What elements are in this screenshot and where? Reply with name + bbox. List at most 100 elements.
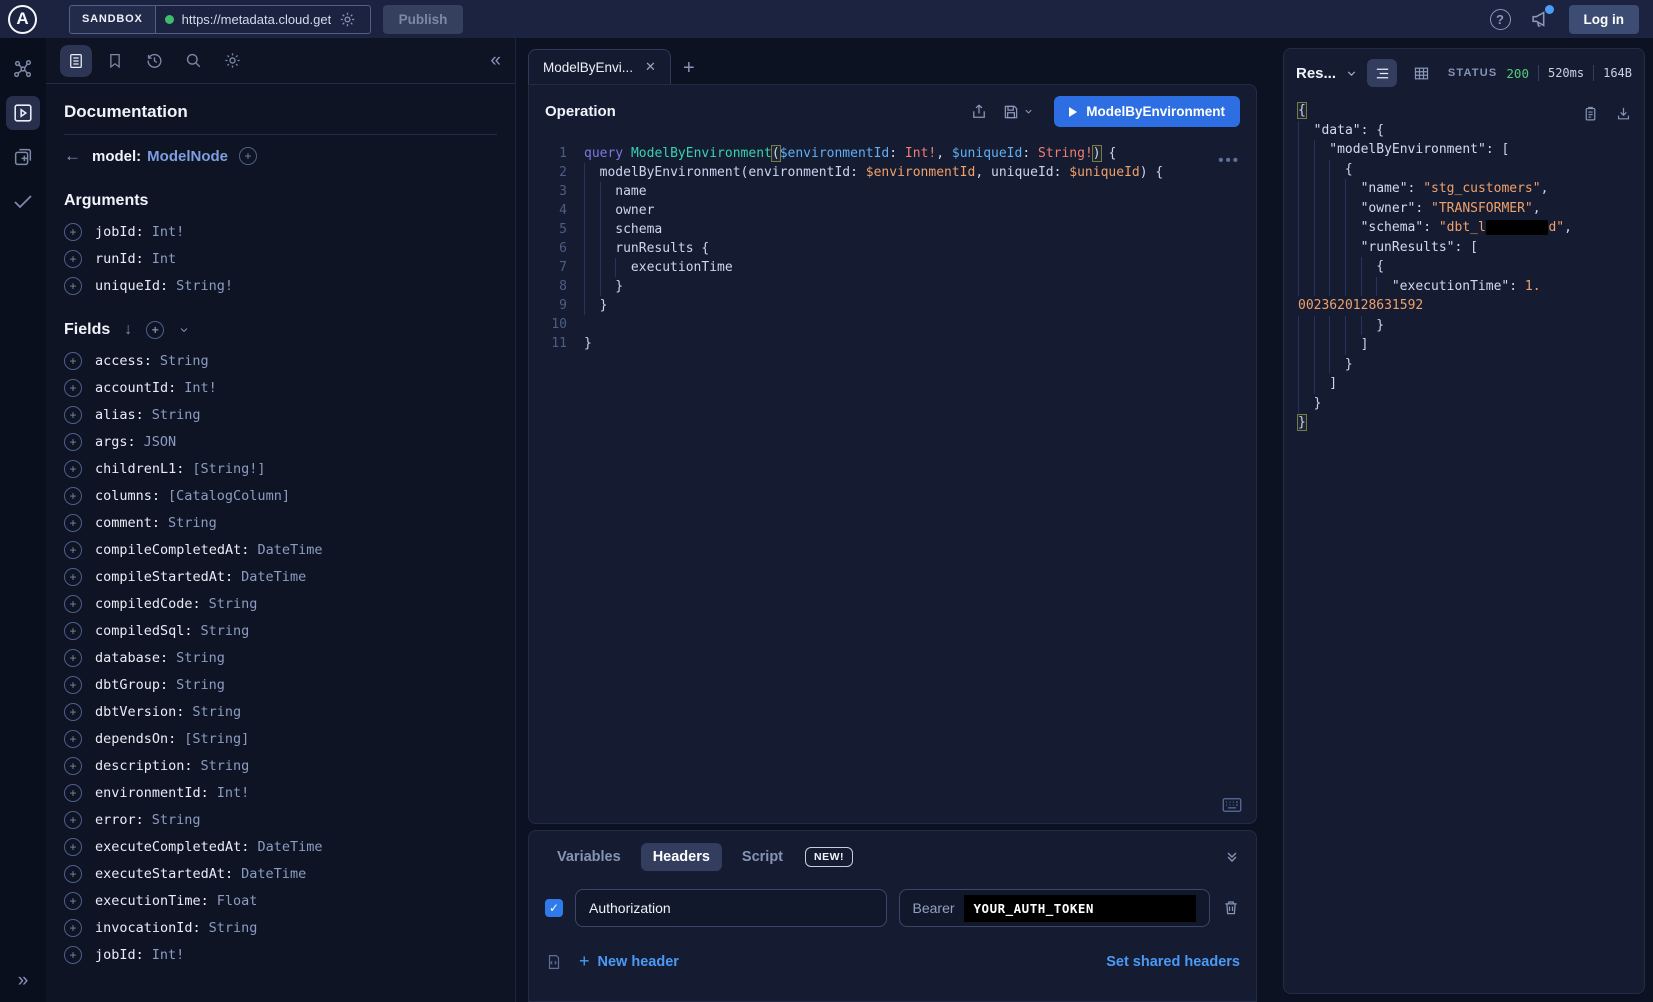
add-field-plus-icon[interactable]: + [64, 379, 82, 397]
run-operation-button[interactable]: ModelByEnvironment [1054, 96, 1240, 127]
pretty-print-view-icon[interactable] [1367, 59, 1397, 87]
tab-variables[interactable]: Variables [545, 843, 633, 871]
add-field-plus-icon[interactable]: + [64, 865, 82, 883]
field-row[interactable]: +error:String [64, 806, 497, 833]
field-row[interactable]: +childrenL1:[String!] [64, 455, 497, 482]
add-field-plus-icon[interactable]: + [64, 277, 82, 295]
argument-row[interactable]: +uniqueId:String! [64, 272, 497, 299]
publish-button[interactable]: Publish [383, 5, 464, 34]
add-field-plus-icon[interactable]: + [64, 352, 82, 370]
settings-gear-icon[interactable] [216, 45, 248, 77]
response-body[interactable]: {"data": {"modelByEnvironment": [{"name"… [1284, 93, 1644, 993]
field-row[interactable]: +accountId:Int! [64, 374, 497, 401]
graphql-editor[interactable]: 1query ModelByEnvironment($environmentId… [529, 138, 1256, 823]
tab-script[interactable]: Script [730, 843, 795, 871]
editor-overflow-menu-icon[interactable]: ••• [1218, 152, 1240, 169]
add-field-plus-icon[interactable]: + [64, 730, 82, 748]
field-type[interactable]: String! [176, 278, 233, 294]
field-row[interactable]: +compileStartedAt:DateTime [64, 563, 497, 590]
field-type[interactable]: DateTime [257, 542, 322, 558]
field-type[interactable]: String [176, 650, 225, 666]
sort-fields-icon[interactable]: ↓ [124, 321, 132, 339]
breadcrumb-type[interactable]: ModelNode [147, 148, 228, 165]
field-type[interactable]: [String] [184, 731, 249, 747]
field-row[interactable]: +compiledCode:String [64, 590, 497, 617]
add-field-plus-icon[interactable]: + [64, 649, 82, 667]
add-field-plus-icon[interactable]: + [64, 568, 82, 586]
copy-response-icon[interactable] [1582, 105, 1599, 122]
announcements-megaphone-icon[interactable] [1529, 8, 1551, 30]
field-type[interactable]: JSON [144, 434, 177, 450]
tab-headers[interactable]: Headers [641, 843, 722, 871]
endpoint-settings-gear-icon[interactable] [339, 11, 356, 28]
field-row[interactable]: +invocationId:String [64, 914, 497, 941]
operation-tab[interactable]: ModelByEnvi... ✕ [528, 49, 671, 84]
field-type[interactable]: Int! [152, 947, 185, 963]
field-row[interactable]: +compileCompletedAt:DateTime [64, 536, 497, 563]
field-row[interactable]: +args:JSON [64, 428, 497, 455]
field-type[interactable]: Float [217, 893, 258, 909]
endpoint-url-box[interactable]: https://metadata.cloud.get [156, 5, 371, 34]
field-row[interactable]: +executeStartedAt:DateTime [64, 860, 497, 887]
header-key-input[interactable]: Authorization [575, 889, 887, 927]
argument-row[interactable]: +jobId:Int! [64, 218, 497, 245]
add-field-plus-icon[interactable]: + [64, 811, 82, 829]
field-type[interactable]: String [209, 596, 258, 612]
field-type[interactable]: DateTime [241, 866, 306, 882]
field-type[interactable]: Int! [217, 785, 250, 801]
field-row[interactable]: +access:String [64, 347, 497, 374]
add-field-plus-icon[interactable]: + [64, 757, 82, 775]
add-field-plus-icon[interactable]: + [64, 223, 82, 241]
schema-graph-icon[interactable] [6, 52, 40, 86]
argument-row[interactable]: +runId:Int [64, 245, 497, 272]
add-field-plus-icon[interactable]: + [64, 838, 82, 856]
field-type[interactable]: String [168, 515, 217, 531]
apollo-logo[interactable]: A [8, 5, 37, 34]
delete-header-trash-icon[interactable] [1222, 899, 1240, 917]
field-row[interactable]: +dbtVersion:String [64, 698, 497, 725]
field-row[interactable]: +executeCompletedAt:DateTime [64, 833, 497, 860]
add-field-plus-icon[interactable]: + [64, 460, 82, 478]
new-tab-plus-icon[interactable]: + [681, 57, 701, 84]
field-row[interactable]: +compiledSql:String [64, 617, 497, 644]
explorer-icon[interactable] [6, 96, 40, 130]
field-row[interactable]: +executionTime:Float [64, 887, 497, 914]
checks-icon[interactable] [6, 184, 40, 218]
field-row[interactable]: +dbtGroup:String [64, 671, 497, 698]
help-icon[interactable]: ? [1490, 9, 1511, 30]
field-type[interactable]: Int! [184, 380, 217, 396]
add-field-plus-icon[interactable]: + [64, 892, 82, 910]
save-operation-combo[interactable] [1002, 103, 1034, 121]
field-type[interactable]: DateTime [257, 839, 322, 855]
field-row[interactable]: +description:String [64, 752, 497, 779]
saved-operations-bookmark-icon[interactable] [99, 45, 131, 77]
field-type[interactable]: DateTime [241, 569, 306, 585]
fields-options-chevron-icon[interactable] [178, 324, 190, 336]
auth-token-value[interactable]: YOUR_AUTH_TOKEN [964, 895, 1196, 922]
search-icon[interactable] [177, 45, 209, 77]
edit-as-text-icon[interactable] [545, 953, 563, 971]
expand-rail-icon[interactable]: » [18, 970, 29, 992]
add-field-plus-icon[interactable]: + [64, 514, 82, 532]
field-type[interactable]: String [201, 758, 250, 774]
field-type[interactable]: String [201, 623, 250, 639]
add-field-plus-icon[interactable]: + [64, 595, 82, 613]
field-row[interactable]: +jobId:Int! [64, 941, 497, 968]
add-field-plus-icon[interactable]: + [64, 406, 82, 424]
field-type[interactable]: String [176, 677, 225, 693]
add-field-plus-icon[interactable]: + [64, 676, 82, 694]
login-button[interactable]: Log in [1569, 5, 1640, 34]
add-field-plus-icon[interactable]: + [239, 147, 257, 165]
share-operation-icon[interactable] [970, 103, 988, 121]
add-field-plus-icon[interactable]: + [64, 919, 82, 937]
add-field-plus-icon[interactable]: + [64, 541, 82, 559]
add-all-fields-icon[interactable]: + [146, 321, 164, 339]
keyboard-shortcuts-icon[interactable] [1222, 797, 1242, 813]
field-type[interactable]: String [160, 353, 209, 369]
collections-icon[interactable] [6, 140, 40, 174]
add-field-plus-icon[interactable]: + [64, 487, 82, 505]
close-tab-icon[interactable]: ✕ [645, 59, 656, 75]
header-enabled-checkbox[interactable]: ✓ [545, 899, 563, 917]
field-type[interactable]: Int [152, 251, 176, 267]
history-icon[interactable] [138, 45, 170, 77]
